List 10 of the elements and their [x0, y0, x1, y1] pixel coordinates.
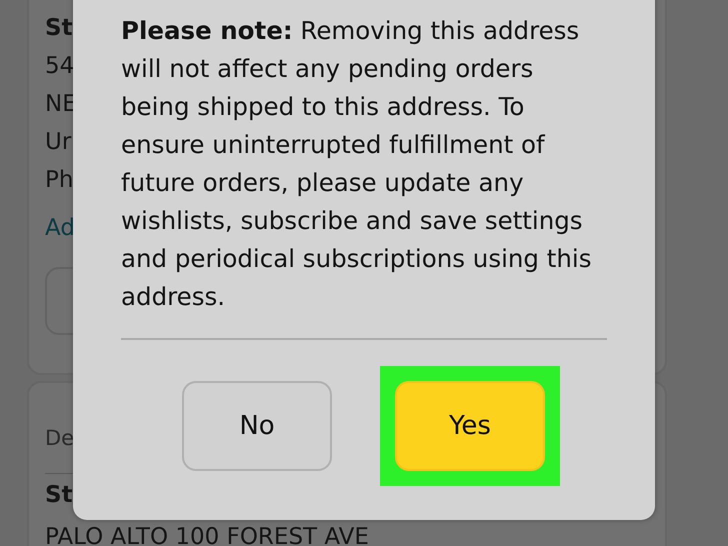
address-line: 54 — [45, 52, 74, 81]
address-name: St — [45, 481, 73, 510]
section-label: De — [45, 425, 74, 452]
dialog-message: Please note: Removing this address will not affect any pending orders being shipped to this address. To ensure uninterrupted fulfillment of future orders, please update any wishlists, subscribe and save settings and periodical subscriptions using this address. — [121, 15, 592, 313]
no-button[interactable]: No — [182, 381, 332, 471]
address-name: St — [45, 14, 73, 43]
yes-button[interactable]: Yes — [395, 381, 545, 471]
address-line: PALO ALTO 100 FOREST AVE — [45, 523, 369, 546]
address-line: Ph — [45, 166, 74, 195]
address-line: Ur — [45, 128, 72, 157]
